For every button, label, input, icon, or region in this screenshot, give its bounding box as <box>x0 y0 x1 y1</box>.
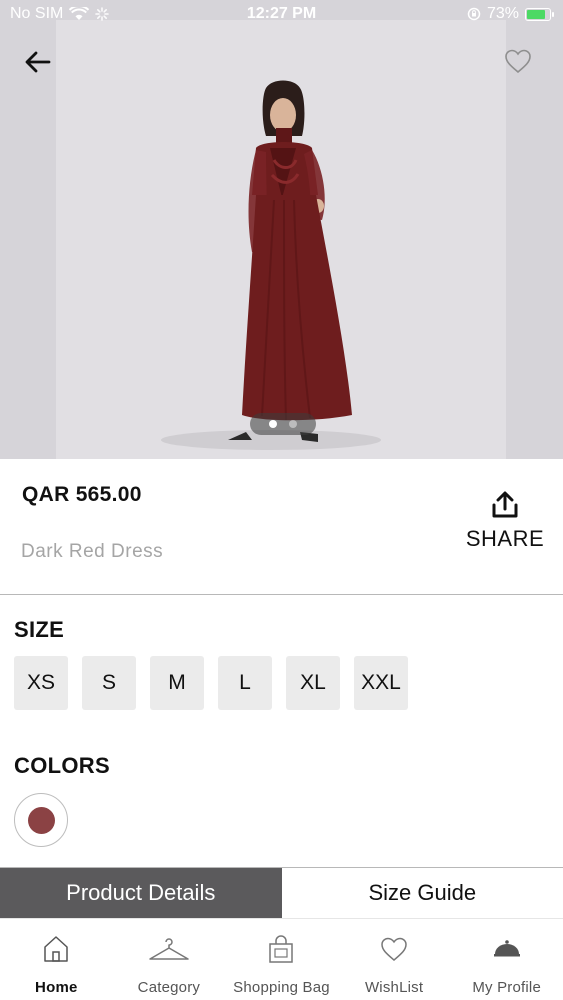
size-option-xxl[interactable]: XXL <box>354 656 408 710</box>
product-name: Dark Red Dress <box>21 541 164 562</box>
profile-icon <box>493 940 520 957</box>
tab-size-guide[interactable]: Size Guide <box>281 868 563 918</box>
share-icon <box>492 491 518 518</box>
battery-icon <box>525 7 554 21</box>
shopping-bag-icon <box>269 935 294 963</box>
model-in-dress-illustration <box>161 80 381 450</box>
product-price: QAR 565.00 <box>22 483 142 506</box>
color-swatch <box>27 806 55 834</box>
nav-home[interactable]: Home <box>0 919 113 1000</box>
battery-percent: 73% <box>486 5 519 22</box>
status-bar-right: 73% <box>467 5 554 23</box>
colors-heading: COLORS <box>14 753 110 778</box>
share-button[interactable]: SHARE <box>462 490 548 564</box>
size-option-l[interactable]: L <box>218 656 272 710</box>
divider <box>0 594 563 595</box>
size-option-xl[interactable]: XL <box>286 656 340 710</box>
nav-wishlist[interactable]: WishList <box>338 919 451 1000</box>
detail-tabs: Product Details Size Guide <box>0 868 563 918</box>
product-photo <box>56 20 506 459</box>
share-label: SHARE <box>465 526 545 551</box>
back-button[interactable] <box>22 46 54 78</box>
bottom-navigation: Home Category Shopping Bag WishList My P… <box>0 918 563 1000</box>
arrow-left-icon <box>25 51 51 73</box>
hanger-icon <box>149 938 189 960</box>
heart-icon <box>381 937 407 961</box>
nav-label-shopping-bag: Shopping Bag <box>233 979 330 996</box>
nav-label-my-profile: My Profile <box>472 979 542 996</box>
size-options: XS S M L XL XXL <box>14 656 408 710</box>
tab-product-details[interactable]: Product Details <box>0 868 282 918</box>
nav-category[interactable]: Category <box>113 919 226 1000</box>
size-option-xs[interactable]: XS <box>14 656 68 710</box>
nav-shopping-bag[interactable]: Shopping Bag <box>225 919 338 1000</box>
heart-outline-icon <box>505 49 531 74</box>
size-option-m[interactable]: M <box>150 656 204 710</box>
carousel-dot[interactable] <box>289 420 297 428</box>
nav-label-home: Home <box>35 979 78 996</box>
nav-my-profile[interactable]: My Profile <box>450 919 563 1000</box>
size-heading: SIZE <box>14 617 65 642</box>
carousel-indicator[interactable] <box>250 413 316 435</box>
battery-fill <box>527 9 545 19</box>
status-bar: No SIM 12:27 PM 73% <box>0 0 563 30</box>
color-swatch-option[interactable] <box>14 793 68 847</box>
product-image-gallery[interactable] <box>0 0 563 459</box>
add-to-wishlist-button[interactable] <box>503 46 533 76</box>
nav-label-wishlist: WishList <box>364 979 424 996</box>
carousel-dot[interactable] <box>269 420 277 428</box>
nav-label-category: Category <box>137 979 201 996</box>
orientation-lock-icon <box>467 7 481 21</box>
size-option-s[interactable]: S <box>82 656 136 710</box>
home-icon <box>44 936 69 962</box>
